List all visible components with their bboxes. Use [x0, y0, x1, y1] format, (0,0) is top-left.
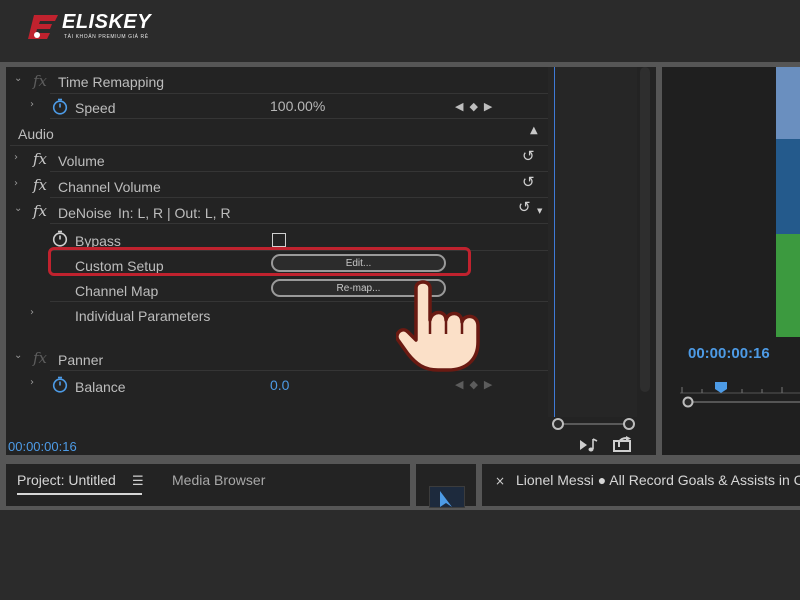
row-time-remapping[interactable]: ⌄ fx Time Remapping [10, 69, 548, 94]
row-label: Balance [75, 379, 126, 395]
stopwatch-icon[interactable] [52, 98, 68, 115]
stopwatch-icon[interactable] [52, 376, 68, 393]
row-label: Volume [58, 153, 105, 169]
chevron-right-icon[interactable]: › [14, 178, 18, 189]
keyframe-nav-icon[interactable]: ◀◆▶ [455, 378, 498, 391]
row-divider [50, 171, 548, 172]
balance-value[interactable]: 0.0 [270, 377, 289, 393]
close-icon[interactable]: × [495, 474, 505, 488]
speed-value[interactable]: 100.00% [270, 98, 325, 114]
collapse-arrow-icon[interactable]: ▲ [530, 125, 538, 136]
brand-tagline: TÀI KHOẢN PREMIUM GIÁ RẺ [64, 34, 149, 40]
row-label: Panner [58, 352, 104, 368]
video-stands [776, 139, 800, 234]
video-preview[interactable] [776, 67, 800, 337]
time-ruler[interactable] [680, 382, 800, 394]
row-divider [50, 223, 548, 224]
denoise-routing: In: L, R | Out: L, R [118, 205, 231, 221]
play-audio-icon[interactable] [579, 437, 599, 453]
chevron-right-icon[interactable]: › [30, 377, 34, 388]
eliskey-logo: ELISKEY TÀI KHOẢN PREMIUM GIÁ RẺ [28, 10, 168, 44]
bypass-checkbox[interactable] [272, 233, 286, 247]
fx-icon[interactable]: fx [33, 150, 47, 168]
chevron-right-icon[interactable]: › [30, 307, 34, 318]
hand-pointer-icon [396, 280, 480, 372]
playhead-line[interactable] [554, 67, 555, 417]
chevron-down-icon[interactable]: ⌄ [14, 73, 22, 84]
effect-controls-timeline[interactable] [548, 67, 637, 417]
reset-icon[interactable]: ↺ [522, 147, 535, 165]
row-volume[interactable]: › fx Volume ↺ [10, 147, 548, 172]
row-denoise[interactable]: ⌄ fx DeNoise In: L, R | Out: L, R ↺ ▼ [10, 198, 548, 224]
hamburger-menu-icon[interactable]: ☰ [132, 474, 144, 489]
brand-name: ELISKEY [62, 11, 152, 33]
stopwatch-icon[interactable] [52, 230, 68, 247]
row-label: Individual Parameters [75, 308, 211, 324]
row-divider [50, 118, 548, 119]
row-label: Speed [75, 100, 116, 116]
program-scrollbar[interactable] [682, 396, 800, 408]
export-icon[interactable] [612, 436, 634, 453]
chevron-down-icon[interactable]: ⌄ [14, 203, 22, 214]
row-divider [10, 145, 548, 146]
row-divider [50, 197, 548, 198]
zoom-scrollbar[interactable] [550, 416, 638, 432]
video-sky [776, 67, 800, 139]
chevron-right-icon[interactable]: › [30, 99, 34, 110]
tab-media-browser[interactable]: Media Browser [172, 472, 265, 488]
row-audio-header[interactable]: Audio ▲ [10, 121, 548, 146]
effect-controls-timecode[interactable]: 00:00:00:16 [8, 439, 77, 454]
highlight-box [48, 247, 471, 276]
chevron-down-icon[interactable]: ⌄ [14, 350, 22, 361]
video-pitch [776, 234, 800, 337]
fx-icon[interactable]: fx [33, 349, 47, 367]
row-channel-volume[interactable]: › fx Channel Volume ↺ [10, 173, 548, 198]
fx-icon[interactable]: fx [33, 72, 47, 90]
tab-project[interactable]: Project: Untitled [17, 472, 116, 488]
keyframe-nav-icon[interactable]: ◀◆▶ [455, 100, 498, 113]
reset-icon[interactable]: ↺ [522, 173, 535, 191]
row-label: Channel Map [75, 283, 159, 299]
row-balance[interactable]: › Balance 0.0 ◀◆▶ [10, 372, 548, 397]
fx-icon[interactable]: fx [33, 202, 47, 220]
chevron-right-icon[interactable]: › [14, 152, 18, 163]
row-label: Channel Volume [58, 179, 161, 195]
eliskey-logo-icon [28, 15, 58, 39]
selection-tool-button[interactable] [429, 486, 465, 508]
selection-tool-icon [440, 491, 452, 507]
active-tab-underline [17, 493, 142, 495]
dropdown-arrow-icon[interactable]: ▼ [537, 207, 542, 215]
reset-icon[interactable]: ↺ [518, 198, 531, 216]
section-label-audio: Audio [18, 126, 54, 142]
row-label: DeNoise [58, 205, 112, 221]
fx-icon[interactable]: fx [33, 176, 47, 194]
vertical-scrollbar[interactable] [640, 67, 650, 392]
sequence-tab-title[interactable]: Lionel Messi ● All Record Goals & Assist… [516, 472, 800, 488]
program-timecode[interactable]: 00:00:00:16 [688, 345, 770, 362]
row-label: Time Remapping [58, 74, 165, 90]
row-speed[interactable]: › Speed 100.00% ◀◆▶ [10, 94, 548, 119]
